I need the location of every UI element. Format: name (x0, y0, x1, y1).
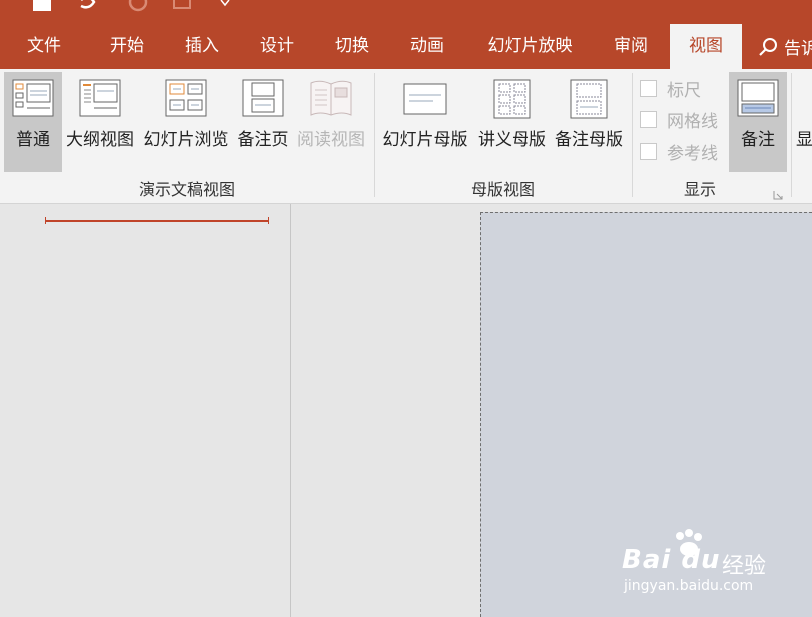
customize-qat-icon[interactable] (220, 0, 230, 13)
gridlines-checkbox-label: 网格线 (667, 111, 718, 132)
tell-me-box[interactable]: 告诉 (758, 24, 812, 69)
outline-view-label: 大纲视图 (66, 130, 134, 150)
slide-sorter-icon (165, 79, 207, 122)
search-icon (759, 37, 777, 56)
tab-transitions[interactable]: 切换 (318, 24, 386, 69)
tab-view[interactable]: 视图 (670, 24, 742, 69)
watermark-brand: Bai du (622, 545, 721, 575)
slide-sorter-button[interactable]: 幻灯片浏览 (140, 72, 232, 172)
tab-home[interactable]: 开始 (93, 24, 161, 69)
outline-view-button[interactable]: 大纲视图 (63, 72, 137, 172)
tab-slideshow[interactable]: 幻灯片放映 (470, 24, 590, 69)
next-group-button-partial[interactable]: 显 (796, 72, 812, 172)
dialog-launcher-icon[interactable] (773, 185, 783, 200)
handout-master-icon (493, 79, 531, 124)
save-icon[interactable] (30, 0, 54, 18)
normal-view-label: 普通 (16, 130, 50, 150)
ruler-checkbox-label: 标尺 (667, 80, 701, 101)
group-label-master-views: 母版视图 (470, 180, 535, 199)
slide-sorter-label: 幻灯片浏览 (143, 130, 229, 150)
tell-me-label: 告诉 (784, 39, 812, 59)
guides-checkbox-label: 参考线 (667, 143, 718, 164)
slide-master-icon (403, 79, 447, 122)
title-bar (0, 0, 812, 24)
ruler-checkbox-box[interactable] (640, 79, 657, 97)
slide-master-button[interactable]: 幻灯片母版 (378, 72, 472, 172)
tab-file[interactable]: 文件 (10, 24, 78, 69)
notes-master-label: 备注母版 (555, 130, 623, 150)
redo-icon[interactable] (126, 0, 150, 18)
slide-thumbnail-pane[interactable] (0, 204, 290, 617)
group-separator (791, 73, 792, 197)
guides-checkbox[interactable]: 参考线 (640, 139, 718, 164)
group-label-presentation-views: 演示文稿视图 (138, 180, 235, 199)
gridlines-checkbox[interactable]: 网格线 (640, 107, 718, 132)
handout-master-button[interactable]: 讲义母版 (474, 72, 550, 172)
notes-master-button[interactable]: 备注母版 (551, 72, 627, 172)
gridlines-checkbox-box[interactable] (640, 110, 657, 128)
tab-animations[interactable]: 动画 (393, 24, 461, 69)
slide-master-label: 幻灯片母版 (382, 130, 468, 150)
notes-master-icon (570, 79, 608, 124)
reading-view-label: 阅读视图 (297, 130, 365, 150)
handout-master-label: 讲义母版 (478, 130, 546, 150)
normal-view-button[interactable]: 普通 (4, 72, 62, 172)
outline-view-icon (79, 79, 121, 122)
ribbon-view: 普通 大纲视图 幻灯片浏览 备注页 阅读视图 演示文稿视图 幻灯片母版 讲义母版… (0, 69, 812, 204)
tab-design[interactable]: 设计 (243, 24, 311, 69)
tab-insert[interactable]: 插入 (168, 24, 236, 69)
notes-page-button[interactable]: 备注页 (234, 72, 292, 172)
tab-review[interactable]: 审阅 (600, 24, 662, 69)
reading-view-icon (309, 79, 353, 122)
notes-toggle-icon (737, 79, 779, 122)
insertion-line (45, 217, 269, 224)
notes-page-label: 备注页 (237, 130, 289, 150)
notes-page-icon (242, 79, 284, 122)
guides-checkbox-box[interactable] (640, 142, 657, 160)
next-group-label: 显 (796, 130, 812, 150)
notes-toggle-button[interactable]: 备注 (729, 72, 787, 172)
group-label-show: 显示 (683, 180, 716, 199)
normal-view-icon (12, 79, 54, 122)
reading-view-button[interactable]: 阅读视图 (294, 72, 368, 172)
ribbon-tab-bar: 文件 开始 插入 设计 切换 动画 幻灯片放映 审阅 视图 告诉 (0, 24, 812, 69)
undo-icon[interactable] (75, 0, 99, 18)
watermark-url: jingyan.baidu.com (624, 578, 754, 594)
watermark-jingyan: 经验 (722, 554, 767, 579)
ruler-checkbox[interactable]: 标尺 (640, 76, 701, 101)
baidu-watermark: Bai du 经验 jingyan.baidu.com (622, 528, 792, 598)
notes-toggle-label: 备注 (741, 130, 775, 150)
presenter-icon[interactable] (170, 0, 194, 18)
